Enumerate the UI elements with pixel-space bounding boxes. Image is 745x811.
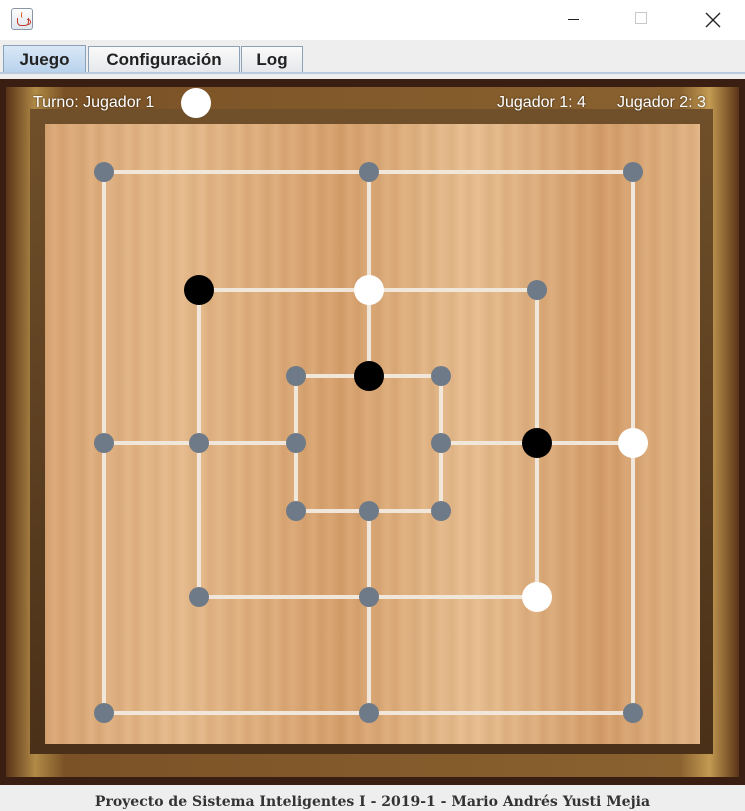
outer-square-point-0-empty[interactable] — [94, 162, 114, 182]
outer-square-point-3-empty[interactable] — [94, 433, 114, 453]
inner-square-point-0-empty[interactable] — [286, 366, 306, 386]
middle-square-point-5-empty[interactable] — [189, 587, 209, 607]
turn-label: Turno: Jugador 1 — [33, 94, 155, 111]
outer-square-point-1-empty[interactable] — [359, 162, 379, 182]
outer-square-point-4-white-piece[interactable] — [618, 428, 648, 458]
mill-board[interactable] — [0, 0, 745, 811]
inner-square-point-4-empty[interactable] — [431, 433, 451, 453]
turn-piece-indicator — [181, 88, 211, 118]
inner-square-line — [294, 374, 443, 513]
inner-square-point-3-empty[interactable] — [286, 433, 306, 453]
inner-square-point-5-empty[interactable] — [286, 501, 306, 521]
middle-square-point-7-white-piece[interactable] — [522, 582, 552, 612]
outer-square-point-5-empty[interactable] — [94, 703, 114, 723]
footer-credit: Proyecto de Sistema Inteligentes I - 201… — [94, 794, 651, 810]
middle-square-point-3-empty[interactable] — [189, 433, 209, 453]
middle-square-point-6-empty[interactable] — [359, 587, 379, 607]
middle-square-point-4-black-piece[interactable] — [522, 428, 552, 458]
middle-square-point-0-black-piece[interactable] — [184, 275, 214, 305]
outer-square-point-6-empty[interactable] — [359, 703, 379, 723]
inner-square-point-7-empty[interactable] — [431, 501, 451, 521]
footer: Proyecto de Sistema Inteligentes I - 201… — [0, 785, 745, 811]
middle-square-point-1-white-piece[interactable] — [354, 275, 384, 305]
outer-square-point-2-empty[interactable] — [623, 162, 643, 182]
middle-square-point-2-empty[interactable] — [527, 280, 547, 300]
inner-square-point-6-empty[interactable] — [359, 501, 379, 521]
score-player-2: Jugador 2: 3 — [617, 94, 706, 111]
outer-square-point-7-empty[interactable] — [623, 703, 643, 723]
inner-square-point-1-black-piece[interactable] — [354, 361, 384, 391]
score-player-1: Jugador 1: 4 — [497, 94, 586, 111]
inner-square-point-2-empty[interactable] — [431, 366, 451, 386]
